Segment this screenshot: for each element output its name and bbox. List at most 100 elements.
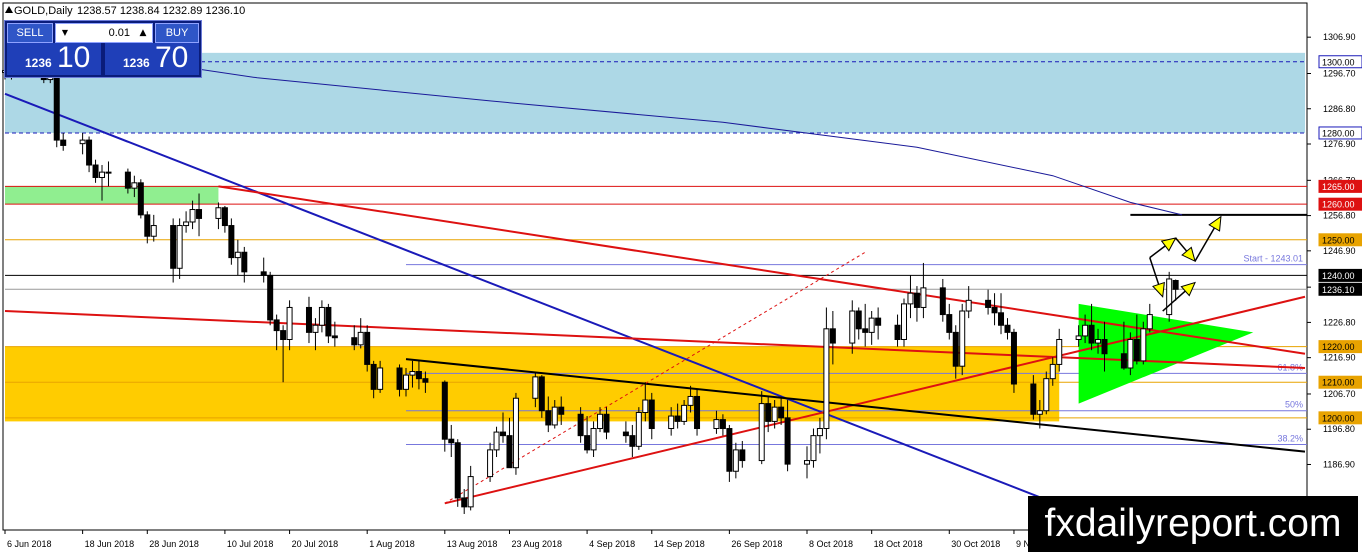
bull-candle (512, 397, 519, 469)
bear-candle (894, 324, 901, 340)
bear-candle (325, 306, 332, 337)
bear-candle (1133, 338, 1140, 362)
x-tick-label: 28 Jun 2018 (149, 539, 199, 549)
y-tick-label: 1216.90 (1323, 353, 1356, 363)
bull-candle (99, 171, 106, 178)
bull-candle (312, 324, 319, 333)
bear-candle (454, 442, 461, 499)
bear-candle (558, 406, 565, 415)
bear-candle (946, 314, 953, 333)
sell-price-pips: 10 (57, 41, 91, 74)
bear-candle (784, 417, 791, 465)
bull-candle (1049, 363, 1056, 380)
lot-dropdown-icon[interactable]: ▼ (56, 24, 74, 42)
x-tick-label: 18 Oct 2018 (874, 539, 923, 549)
bull-candle (215, 207, 222, 219)
bear-candle (545, 410, 552, 426)
x-tick-label: 14 Sep 2018 (654, 539, 705, 549)
price-label: 1265.00 (1322, 182, 1355, 192)
y-tick-label: 1286.80 (1323, 104, 1356, 114)
bear-candle (719, 419, 726, 430)
x-tick-label: 26 Sep 2018 (731, 539, 782, 549)
bear-candle (622, 431, 629, 437)
price-zone (5, 186, 219, 205)
bull-candle (1036, 410, 1043, 415)
bull-candle (668, 415, 675, 430)
bull-candle (849, 310, 856, 344)
bear-candle (577, 413, 584, 437)
bear-candle (855, 310, 862, 330)
bear-candle (221, 207, 228, 227)
bear-candle (952, 331, 959, 367)
bear-candle (415, 371, 422, 380)
fib-level-label: 38.2% (1277, 434, 1303, 444)
price-label: 1260.00 (1322, 200, 1355, 210)
x-tick-label: 8 Oct 2018 (809, 539, 853, 549)
lot-size-value[interactable]: 0.01 (76, 24, 130, 42)
bull-candle (377, 367, 384, 390)
price-label: 1236.10 (1322, 285, 1355, 295)
price-label: 1280.00 (1322, 128, 1355, 138)
bull-candle (183, 221, 190, 227)
x-tick-label: 6 Jun 2018 (7, 539, 52, 549)
bear-candle (1088, 324, 1095, 344)
lot-size-input[interactable]: ▼ 0.01 ▲ (55, 23, 153, 43)
bull-candle (1043, 378, 1050, 412)
lot-step-up-icon[interactable]: ▲ (134, 24, 152, 42)
bull-candle (79, 139, 86, 145)
bear-candle (280, 330, 287, 340)
bear-candle (364, 331, 371, 365)
bear-candle (1101, 338, 1108, 355)
price-chart[interactable]: Start - 1243.0161.8%50%38.2% 1306.901296… (0, 0, 1362, 554)
bear-candle (124, 171, 131, 189)
bear-candle (448, 438, 455, 444)
bull-candle (189, 209, 196, 223)
x-tick-label: 30 Oct 2018 (951, 539, 1000, 549)
bull-candle (803, 460, 810, 465)
bull-candle (467, 476, 474, 508)
bear-candle (370, 363, 377, 390)
bear-candle (241, 251, 248, 273)
x-tick-label: 10 Jul 2018 (227, 539, 274, 549)
x-tick-label: 1 Aug 2018 (369, 539, 415, 549)
buy-price-prefix: 1236 (123, 56, 150, 70)
bull-candle (823, 328, 830, 430)
bull-candle (409, 371, 416, 376)
bull-candle (150, 225, 157, 237)
x-tick-label: 13 Aug 2018 (447, 539, 498, 549)
bear-candle (538, 376, 545, 412)
bear-candle (396, 367, 403, 390)
x-tick-label: 4 Sep 2018 (589, 539, 635, 549)
bull-candle (635, 411, 642, 447)
bull-candle (105, 171, 112, 174)
bull-candle (1056, 338, 1063, 365)
bear-candle (765, 403, 772, 422)
bear-candle (60, 139, 67, 146)
bear-candle (1030, 383, 1037, 415)
bear-candle (991, 306, 998, 314)
sell-quote[interactable]: 1236 10 (7, 41, 101, 75)
price-label: 1220.00 (1322, 342, 1355, 352)
bear-candle (739, 449, 746, 462)
bull-candle (487, 449, 494, 478)
x-tick-label: 20 Jul 2018 (292, 539, 339, 549)
fib-level-label: 50% (1285, 400, 1303, 410)
bull-candle (590, 428, 597, 451)
bear-candle (648, 399, 655, 430)
x-tick-label: 18 Jun 2018 (85, 539, 135, 549)
fib-level-label: Start - 1243.01 (1243, 254, 1303, 264)
bear-candle (603, 413, 610, 433)
bear-candle (196, 209, 203, 219)
bull-candle (1075, 335, 1082, 340)
bear-candle (829, 328, 836, 344)
symbol-title: GOLD,Daily (14, 5, 73, 17)
y-tick-label: 1196.80 (1323, 424, 1355, 434)
bear-candle (228, 225, 235, 259)
bear-candle (1010, 331, 1017, 385)
bear-candle (998, 312, 1005, 326)
bear-candle (584, 435, 591, 451)
buy-button[interactable]: BUY (155, 23, 199, 43)
sell-button[interactable]: SELL (7, 23, 53, 43)
buy-quote[interactable]: 1236 70 (105, 41, 199, 75)
bear-candle (441, 381, 448, 440)
